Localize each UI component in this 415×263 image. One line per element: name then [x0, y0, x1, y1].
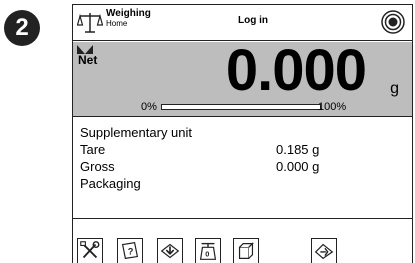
login-button[interactable]: Log in: [238, 15, 268, 27]
scale-icon[interactable]: [77, 11, 103, 35]
mode-subtitle: Home: [106, 19, 128, 28]
info-label: Packaging: [80, 176, 141, 191]
mode-title[interactable]: Weighing: [106, 8, 151, 19]
top-bar: Weighing Home Log in: [73, 5, 412, 41]
record-button-icon[interactable]: [380, 9, 406, 35]
weighing-panel: Net 0.000 g 0% 100%: [73, 38, 412, 117]
zero-button[interactable]: 0: [195, 238, 221, 263]
weight-reading: 0.000: [225, 38, 367, 103]
print-icon: [314, 243, 334, 260]
info-row-tare: Tare 0.185 g: [80, 141, 412, 158]
packaging-button[interactable]: [233, 238, 259, 263]
load-bar-max-label: 100%: [318, 101, 347, 113]
info-row-packaging: Packaging: [80, 175, 412, 192]
load-bar-min-label: 0%: [141, 101, 157, 113]
packaging-icon: [238, 242, 254, 259]
info-row-supplementary-unit: Supplementary unit: [80, 124, 412, 141]
net-label: Net: [78, 53, 98, 67]
settings-button[interactable]: [77, 238, 103, 263]
step-badge: 2: [4, 10, 40, 46]
settings-tools-icon: [80, 241, 100, 259]
info-label: Supplementary unit: [80, 125, 193, 140]
tare-icon: [160, 243, 180, 259]
zero-icon: 0: [199, 242, 217, 260]
tare-button[interactable]: [157, 238, 183, 263]
info-value: 0.000 g: [276, 159, 320, 174]
svg-text:0: 0: [205, 250, 209, 259]
info-label: Tare: [80, 142, 106, 157]
print-button[interactable]: [311, 238, 337, 263]
balance-screen: Weighing Home Log in Net 0.000 g 0% 100%…: [72, 4, 413, 263]
help-button[interactable]: ?: [117, 238, 143, 263]
info-panel: Supplementary unit Tare 0.185 g Gross 0.…: [73, 119, 412, 219]
weight-unit[interactable]: g: [390, 80, 399, 98]
info-value: 0.185 g: [276, 142, 320, 157]
help-icon: ?: [121, 242, 139, 260]
svg-text:?: ?: [128, 247, 134, 257]
info-row-gross: Gross 0.000 g: [80, 158, 412, 175]
info-label: Gross: [80, 159, 115, 174]
load-bar: [161, 104, 321, 110]
